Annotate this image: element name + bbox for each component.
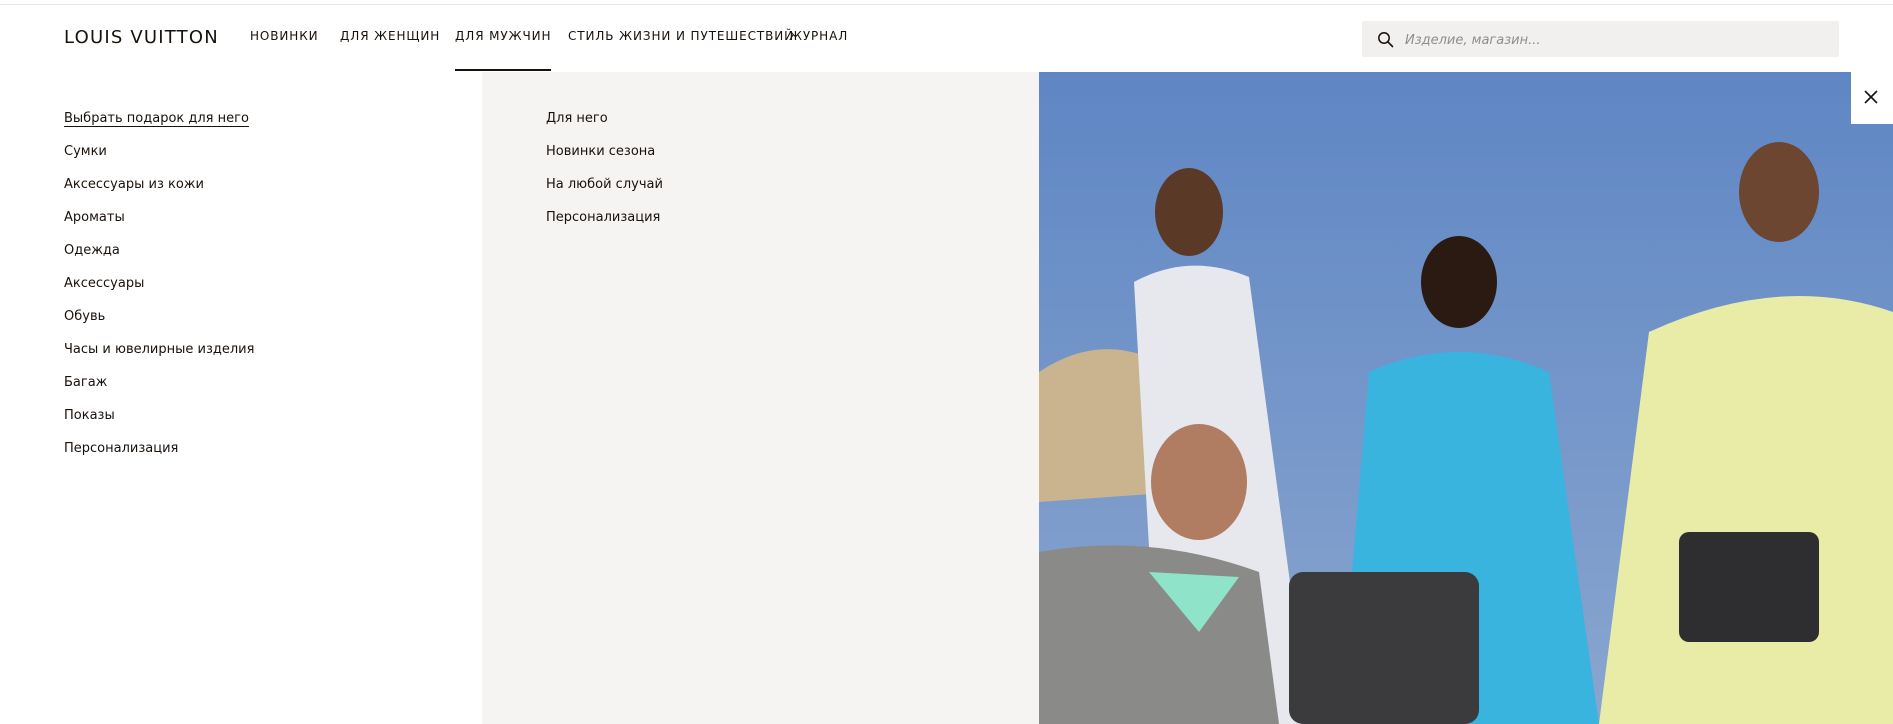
search-icon[interactable] [1377,31,1394,48]
nav-item-lifestyle[interactable]: СТИЛЬ ЖИЗНИ И ПУТЕШЕСТВИЙ [568,29,794,43]
site-header: LOUIS VUITTON НОВИНКИ ДЛЯ ЖЕНЩИН ДЛЯ МУЖ… [0,5,1893,73]
search-input[interactable] [1403,21,1827,59]
secondary-menu-panel: Для него Новинки сезона На любой случай … [482,72,1039,724]
close-icon [1864,90,1878,104]
menu-item-clothing[interactable]: Одежда [64,242,254,275]
menu-item-shows[interactable]: Показы [64,407,254,440]
promo-photo [1039,72,1893,724]
nav-item-new[interactable]: НОВИНКИ [250,29,319,43]
primary-menu-panel: Выбрать подарок для него Сумки Аксессуар… [0,72,482,724]
menu-item-luggage[interactable]: Багаж [64,374,254,407]
menu-item-watches-jewelry[interactable]: Часы и ювелирные изделия [64,341,254,374]
menu-item-fragrances[interactable]: Ароматы [64,209,254,242]
primary-menu-list: Выбрать подарок для него Сумки Аксессуар… [64,110,254,473]
menu-item-gift-for-him[interactable]: Выбрать подарок для него [64,110,254,143]
submenu-item-personalization[interactable]: Персонализация [546,209,663,242]
submenu-item-for-him[interactable]: Для него [546,110,663,143]
submenu-item-new-season[interactable]: Новинки сезона [546,143,663,176]
promo-image[interactable] [1039,72,1893,724]
nav-item-men[interactable]: ДЛЯ МУЖЧИН [455,29,552,71]
close-button[interactable] [1851,72,1893,124]
nav-item-magazine[interactable]: ЖУРНАЛ [789,29,848,43]
nav-item-women[interactable]: ДЛЯ ЖЕНЩИН [340,29,440,43]
menu-item-leather-accessories[interactable]: Аксессуары из кожи [64,176,254,209]
submenu-item-any-occasion[interactable]: На любой случай [546,176,663,209]
menu-item-bags[interactable]: Сумки [64,143,254,176]
secondary-menu-list: Для него Новинки сезона На любой случай … [546,110,663,242]
menu-item-personalization[interactable]: Персонализация [64,440,254,473]
search-box[interactable] [1362,21,1839,59]
menu-item-accessories[interactable]: Аксессуары [64,275,254,308]
menu-item-shoes[interactable]: Обувь [64,308,254,341]
brand-logo[interactable]: LOUIS VUITTON [64,27,219,48]
